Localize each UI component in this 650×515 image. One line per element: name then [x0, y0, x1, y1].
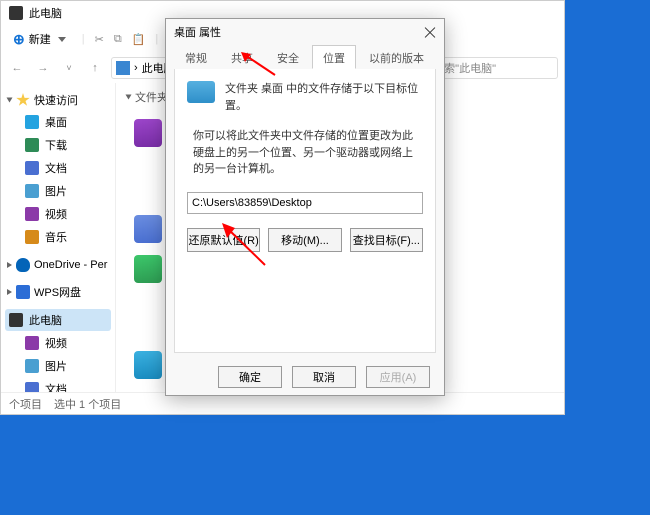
- apply-button[interactable]: 应用(A): [366, 366, 430, 388]
- paste-icon[interactable]: 📋: [132, 33, 146, 46]
- caret-icon: [7, 262, 12, 268]
- document-icon: [25, 161, 39, 175]
- dialog-text-1: 文件夹 桌面 中的文件存储于以下目标位置。: [225, 81, 423, 114]
- document-icon: [134, 215, 162, 243]
- star-icon: [16, 93, 30, 107]
- tab-general[interactable]: 常规: [174, 45, 218, 69]
- music-icon: [25, 230, 39, 244]
- folder-icon: [187, 81, 215, 103]
- desktop-icon: [134, 351, 162, 379]
- sidebar-item-documents[interactable]: 文档: [5, 157, 111, 179]
- dialog-title: 桌面 属性: [174, 24, 221, 40]
- plus-icon: ⊕: [13, 31, 25, 48]
- video-icon: [25, 207, 39, 221]
- location-path-input[interactable]: [187, 192, 423, 214]
- desktop-icon: [25, 115, 39, 129]
- sidebar-wps[interactable]: WPS网盘: [5, 281, 111, 303]
- image-icon: [25, 359, 39, 373]
- move-button[interactable]: 移动(M)...: [268, 228, 341, 252]
- find-target-button[interactable]: 查找目标(F)...: [350, 228, 423, 252]
- caret-icon: [7, 98, 13, 103]
- sidebar-item-pictures[interactable]: 图片: [5, 355, 111, 377]
- cloud-icon: [16, 258, 30, 272]
- cut-icon[interactable]: ✂: [95, 33, 104, 46]
- ok-button[interactable]: 确定: [218, 366, 282, 388]
- image-icon: [25, 184, 39, 198]
- window-title: 此电脑: [29, 5, 62, 21]
- tab-previous-versions[interactable]: 以前的版本: [358, 45, 435, 69]
- sidebar-item-pictures[interactable]: 图片: [5, 180, 111, 202]
- sidebar-item-documents[interactable]: 文档: [5, 378, 111, 392]
- tab-location[interactable]: 位置: [312, 45, 356, 69]
- sidebar: 快速访问 桌面 下载 文档 图片 视频 音乐 OneDrive - Per WP…: [1, 83, 116, 392]
- pc-icon: [9, 313, 23, 327]
- dialog-body: 文件夹 桌面 中的文件存储于以下目标位置。 你可以将此文件夹中文件存储的位置更改…: [174, 69, 436, 353]
- sidebar-quick-access[interactable]: 快速访问: [5, 89, 111, 111]
- copy-icon[interactable]: ⧉: [114, 33, 122, 46]
- caret-icon: [7, 289, 12, 295]
- dialog-tabs: 常规 共享 安全 位置 以前的版本: [166, 45, 444, 69]
- pc-icon: [116, 61, 130, 75]
- chevron-down-icon: [58, 37, 66, 42]
- sidebar-item-videos[interactable]: 视频: [5, 332, 111, 354]
- pc-icon: [9, 6, 23, 20]
- annotation-arrow-1: [235, 50, 285, 80]
- wps-icon: [16, 285, 30, 299]
- dialog-text-2: 你可以将此文件夹中文件存储的位置更改为此硬盘上的另一个位置、另一个驱动器或网络上…: [187, 128, 423, 178]
- video-icon: [25, 336, 39, 350]
- sidebar-item-downloads[interactable]: 下载: [5, 134, 111, 156]
- dialog-footer: 确定 取消 应用(A): [166, 359, 444, 395]
- sidebar-item-thispc[interactable]: 此电脑: [5, 309, 111, 331]
- forward-button[interactable]: →: [33, 58, 53, 78]
- video-icon: [134, 119, 162, 147]
- dialog-titlebar[interactable]: 桌面 属性: [166, 19, 444, 45]
- sidebar-item-desktop[interactable]: 桌面: [5, 111, 111, 133]
- chevron-down-icon[interactable]: ˅: [59, 58, 79, 78]
- download-icon: [134, 255, 162, 283]
- download-icon: [25, 138, 39, 152]
- document-icon: [25, 382, 39, 392]
- cancel-button[interactable]: 取消: [292, 366, 356, 388]
- sidebar-onedrive[interactable]: OneDrive - Per: [5, 255, 111, 275]
- sidebar-item-videos[interactable]: 视频: [5, 203, 111, 225]
- caret-icon: [126, 95, 132, 100]
- up-button[interactable]: ↑: [85, 58, 105, 78]
- annotation-arrow-2: [215, 220, 275, 270]
- sidebar-item-music[interactable]: 音乐: [5, 226, 111, 248]
- properties-dialog: 桌面 属性 常规 共享 安全 位置 以前的版本 文件夹 桌面 中的文件存储于以下…: [165, 18, 445, 396]
- back-button[interactable]: ←: [7, 58, 27, 78]
- new-button[interactable]: ⊕新建: [7, 29, 72, 50]
- close-icon[interactable]: [424, 26, 436, 38]
